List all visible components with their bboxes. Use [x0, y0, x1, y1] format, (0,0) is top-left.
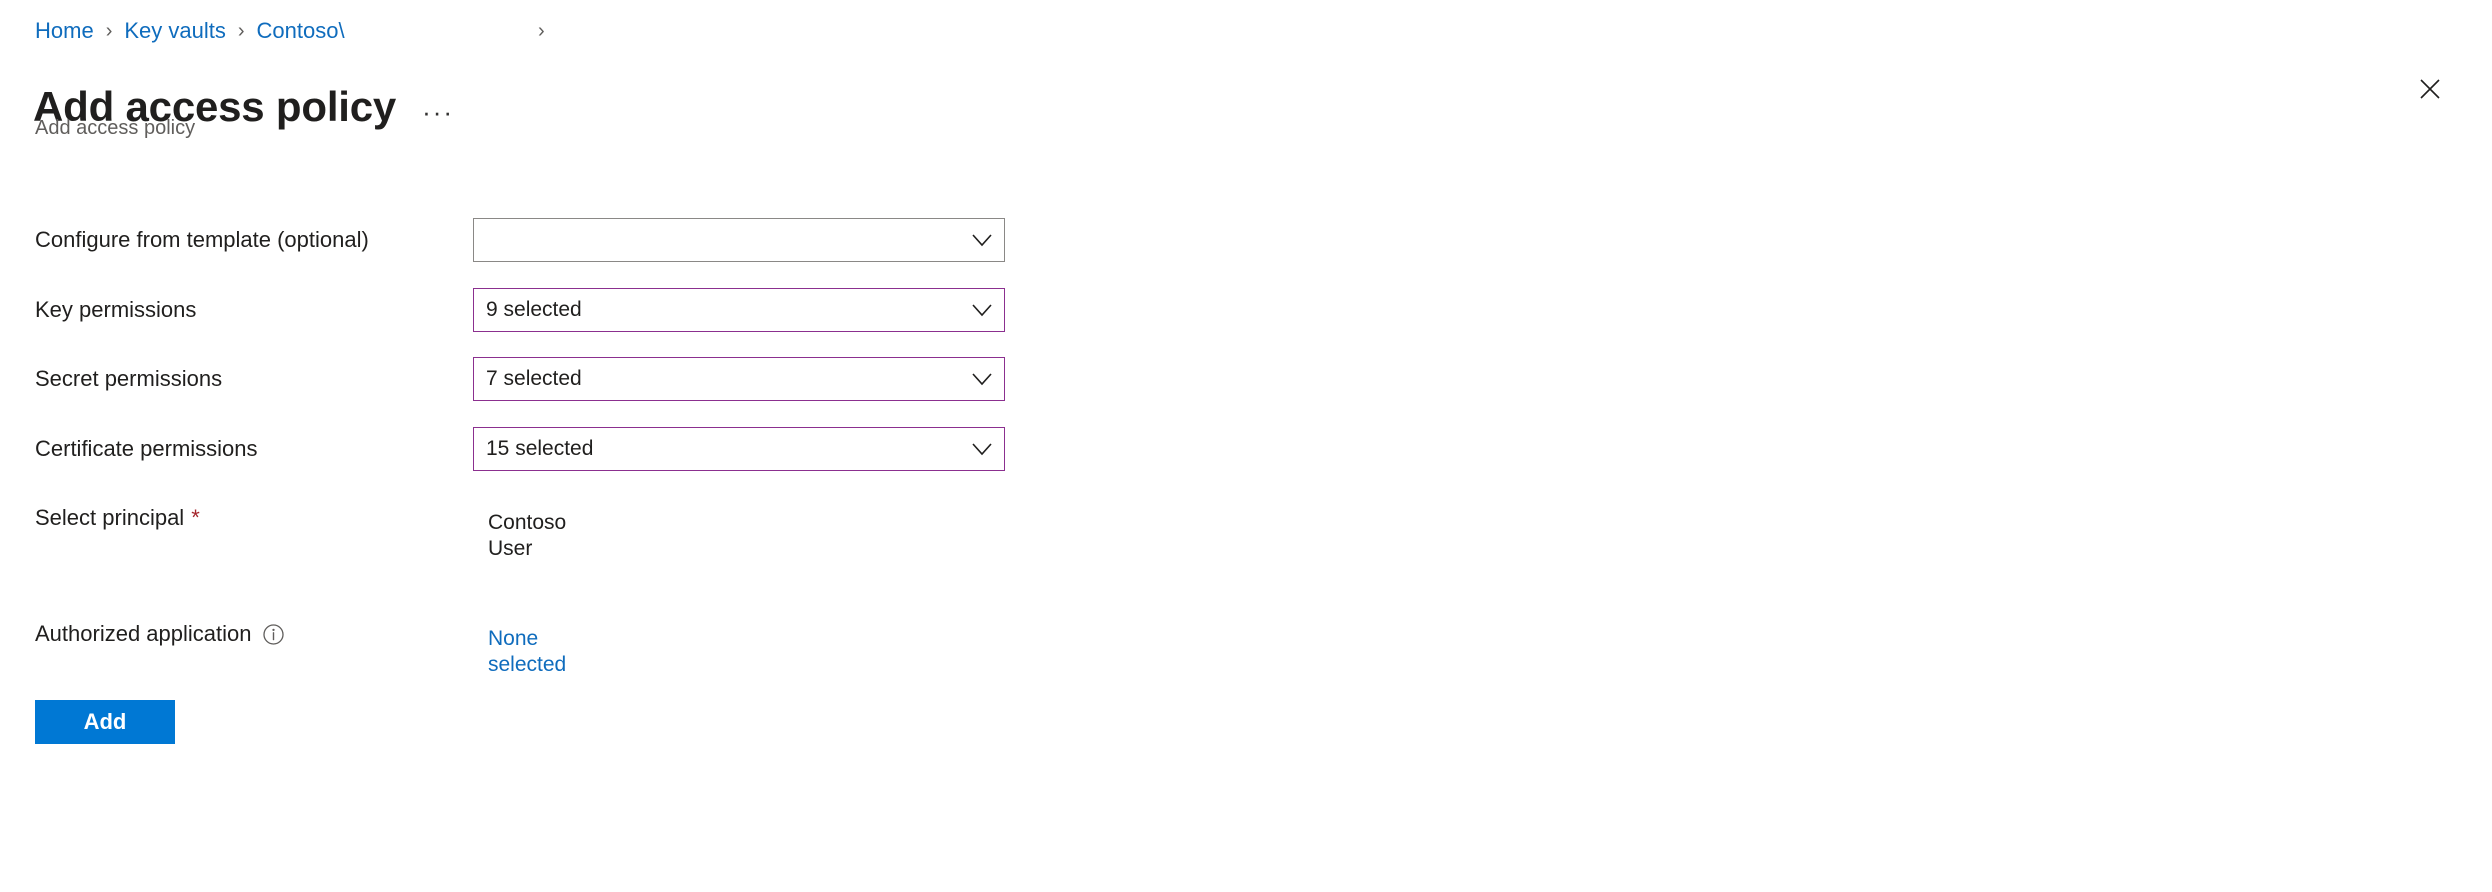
info-icon[interactable]: [262, 623, 285, 646]
chevron-down-icon: [960, 303, 1004, 317]
authorized-application-link[interactable]: None selected: [488, 626, 566, 678]
breadcrumb-item-home[interactable]: Home: [35, 18, 94, 44]
label-authorized-application: Authorized application: [35, 621, 285, 647]
key-permissions-value: 9 selected: [486, 298, 582, 321]
close-icon: [2419, 78, 2441, 103]
key-permissions-dropdown[interactable]: 9 selected: [473, 288, 1005, 332]
label-secret-permissions: Secret permissions: [35, 366, 223, 391]
page-header: Add access policy ···: [33, 54, 454, 160]
breadcrumb-separator-icon: ›: [105, 19, 113, 42]
label-key-permissions: Key permissions: [35, 297, 197, 322]
secret-permissions-dropdown[interactable]: 7 selected: [473, 357, 1005, 401]
certificate-permissions-value: 15 selected: [486, 437, 594, 460]
label-certificate-permissions: Certificate permissions: [35, 436, 258, 461]
certificate-permissions-dropdown[interactable]: 15 selected: [473, 427, 1005, 471]
add-button[interactable]: Add: [35, 700, 175, 744]
chevron-down-icon: [960, 233, 1004, 247]
breadcrumb-trailing-separator-icon: ›: [538, 19, 545, 42]
select-principal-value[interactable]: Contoso User: [488, 510, 566, 562]
chevron-down-icon: [960, 372, 1004, 386]
breadcrumb-item-contoso[interactable]: Contoso\: [257, 18, 345, 44]
label-select-principal: Select principal *: [35, 505, 200, 530]
configure-from-template-dropdown[interactable]: [473, 218, 1005, 262]
close-button[interactable]: [2408, 68, 2452, 112]
chevron-down-icon: [960, 442, 1004, 456]
breadcrumb: Home › Key vaults › Contoso\: [35, 16, 345, 46]
breadcrumb-item-key-vaults[interactable]: Key vaults: [124, 18, 226, 44]
breadcrumb-separator-icon: ›: [237, 19, 245, 42]
required-indicator: *: [191, 505, 200, 530]
page-subtitle: Add access policy: [35, 117, 196, 139]
secret-permissions-value: 7 selected: [486, 367, 582, 390]
more-options-button[interactable]: ···: [422, 87, 454, 127]
label-configure-from-template: Configure from template (optional): [35, 227, 369, 252]
